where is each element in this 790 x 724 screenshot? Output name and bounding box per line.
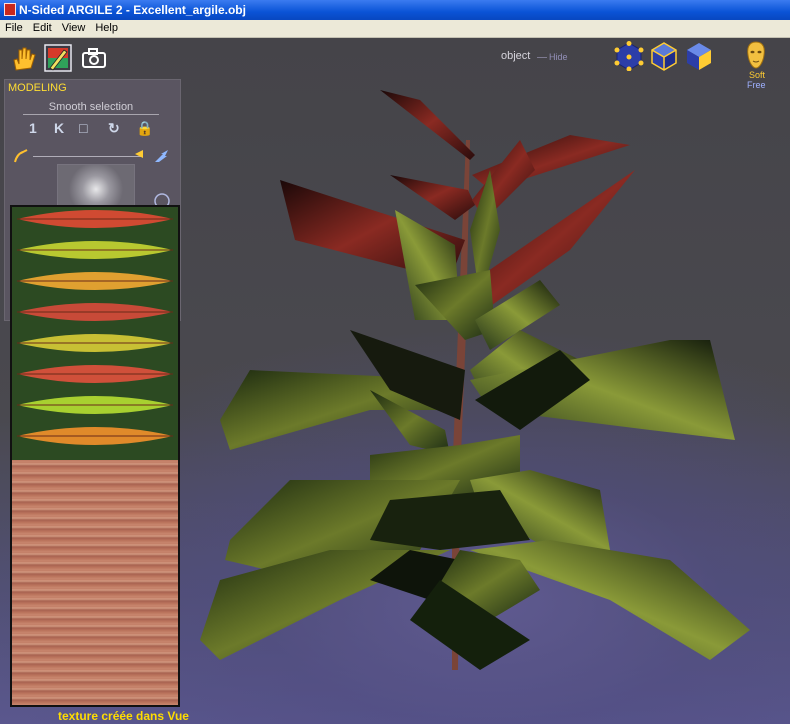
object-label[interactable]: object: [501, 50, 530, 62]
select-one-icon[interactable]: 1: [29, 120, 37, 136]
separator-line: [537, 57, 547, 58]
menu-edit[interactable]: Edit: [28, 20, 57, 37]
paint-brush-icon[interactable]: [44, 44, 72, 72]
plant-3d-model[interactable]: [190, 80, 790, 680]
brush-preview: [57, 164, 135, 210]
lock-icon[interactable]: 🔒: [136, 120, 153, 137]
brush-small-icon[interactable]: [13, 148, 31, 164]
face-mask-icon[interactable]: [745, 41, 767, 69]
brush-large-icon[interactable]: [153, 148, 171, 164]
rotate-icon[interactable]: ↻: [108, 120, 120, 137]
hand-icon[interactable]: [10, 44, 38, 72]
select-k-icon[interactable]: K: [54, 120, 64, 136]
hide-button[interactable]: Hide: [549, 52, 568, 62]
window-title: N-Sided ARGILE 2 - Excellent_argile.obj: [19, 3, 246, 17]
face-mode-cube-icon[interactable]: [684, 41, 714, 71]
edge-mode-cube-icon[interactable]: [649, 41, 679, 71]
mode-label: MODELING: [8, 82, 67, 94]
select-box-icon[interactable]: □: [79, 120, 87, 136]
menu-view[interactable]: View: [57, 20, 91, 37]
app-icon: [4, 3, 16, 16]
menu-file[interactable]: File: [0, 20, 28, 37]
menu-bar: File Edit View Help: [0, 20, 790, 38]
slider-handle[interactable]: [135, 150, 143, 158]
camera-icon[interactable]: [80, 44, 108, 72]
caption-text: texture créée dans Vue: [58, 709, 189, 723]
texture-image: [10, 205, 180, 707]
vertex-mode-cube-icon[interactable]: [614, 41, 644, 71]
brush-size-slider[interactable]: [33, 156, 143, 157]
window-titlebar: N-Sided ARGILE 2 - Excellent_argile.obj: [0, 0, 790, 20]
leaf-texture: [12, 207, 178, 460]
soft-label[interactable]: Soft: [749, 70, 765, 80]
menu-help[interactable]: Help: [90, 20, 123, 37]
smooth-selection-label[interactable]: Smooth selection: [23, 101, 159, 115]
wood-texture: [12, 460, 178, 705]
